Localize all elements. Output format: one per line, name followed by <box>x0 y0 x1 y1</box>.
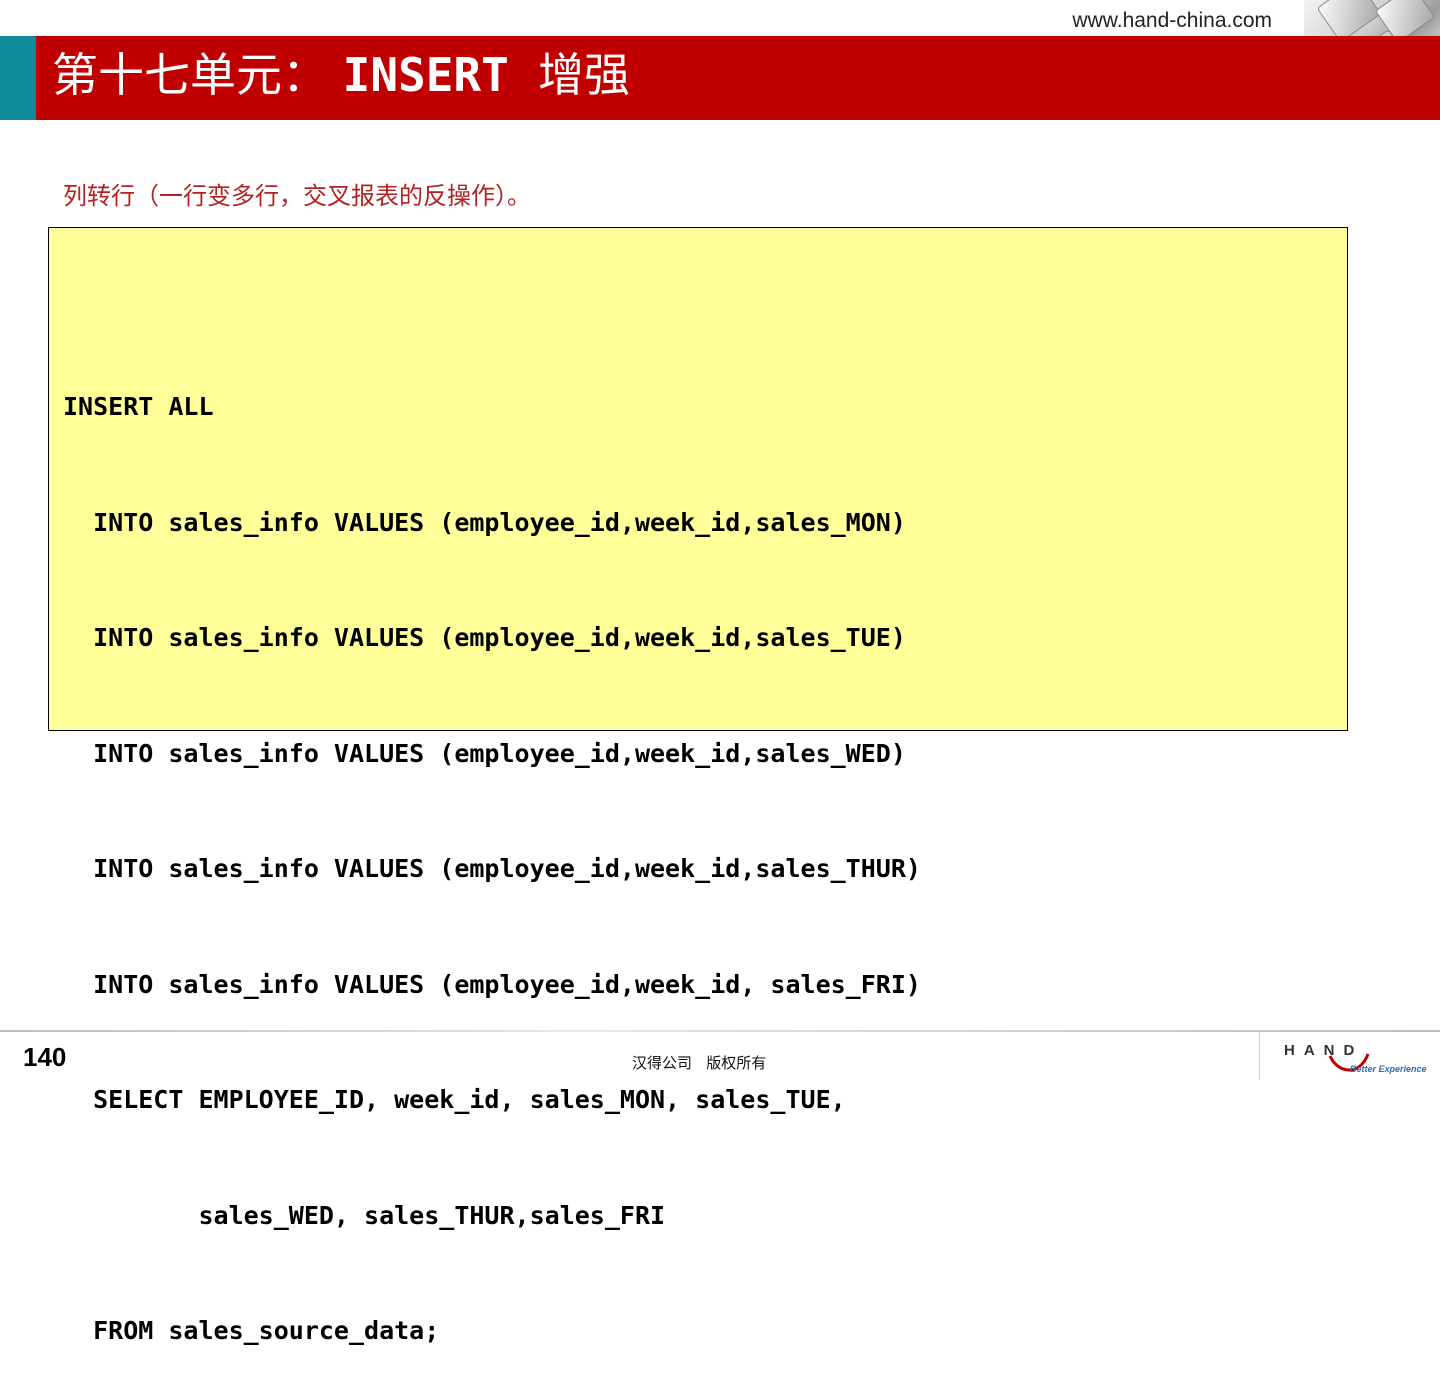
copyright-notice: 汉得公司 版权所有 <box>632 1054 767 1072</box>
website-url: www.hand-china.com <box>1072 9 1272 32</box>
logo-word: HAND <box>1284 1042 1364 1059</box>
code-line: INTO sales_info VALUES (employee_id,week… <box>63 623 906 652</box>
code-line: INSERT ALL <box>63 392 214 421</box>
title-keyword: INSERT <box>342 48 509 102</box>
code-line: INTO sales_info VALUES (employee_id,week… <box>63 738 906 768</box>
code-line: INTO sales_info VALUES (employee_id,week… <box>63 854 921 883</box>
title-prefix: 第十七单元： <box>52 48 328 102</box>
code-line: sales_WED, sales_THUR,sales_FRI <box>63 1200 666 1230</box>
code-line: INTO sales_info VALUES (employee_id,week… <box>63 969 921 999</box>
hand-logo: HAND Better Experience <box>1280 1038 1432 1078</box>
code-line: SELECT EMPLOYEE_ID, week_id, sales_MON, … <box>63 1085 846 1114</box>
title-accent <box>0 36 36 120</box>
footer-divider <box>0 1030 1440 1032</box>
title-suffix: 增强 <box>538 48 631 102</box>
logo-tagline: Better Experience <box>1350 1064 1427 1074</box>
slide-subtitle: 列转行（一行变多行，交叉报表的反操作）。 <box>63 182 531 210</box>
code-line: INTO sales_info VALUES (employee_id,week… <box>63 507 906 537</box>
page-title: 第十七单元： INSERT 增强 <box>52 45 630 105</box>
sql-code-block: INSERT ALL INTO sales_info VALUES (emplo… <box>63 311 921 1389</box>
code-line: FROM sales_source_data; <box>63 1316 440 1345</box>
page-number: 140 <box>23 1042 67 1072</box>
logo-divider <box>1259 1032 1260 1080</box>
